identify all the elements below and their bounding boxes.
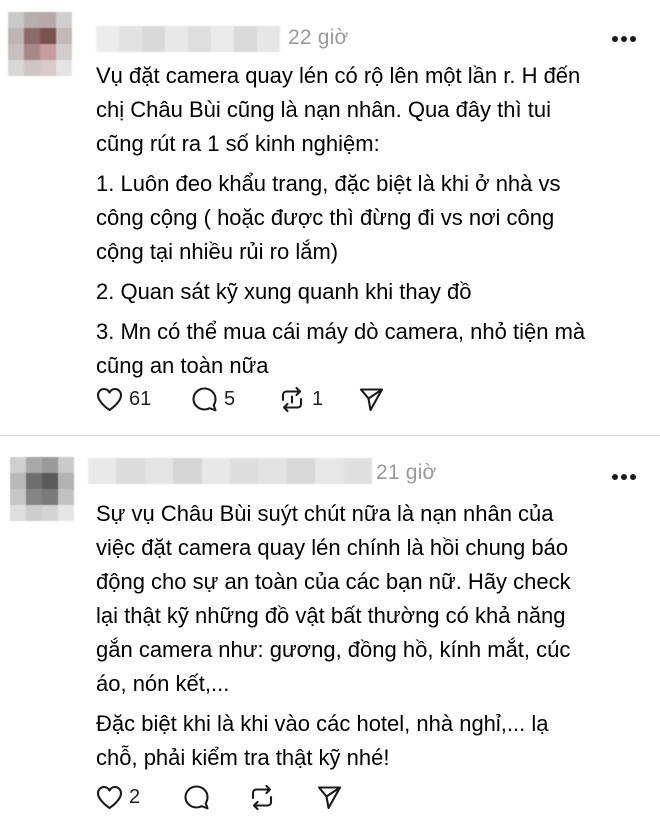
paragraph: Sự vụ Châu Bùi suýt chút nữa là nạn nhân… — [96, 497, 651, 701]
text-line: động cho sự an toàn của các bạn nữ. Hãy … — [96, 569, 571, 594]
text-line: cộng tại nhiều rủi ro lắm) — [96, 239, 339, 264]
repost-button[interactable]: 1 — [278, 385, 323, 413]
text-line: cũng rút ra 1 số kinh nghiệm: — [96, 131, 380, 156]
comment-count: 5 — [224, 387, 236, 410]
divider — [0, 435, 660, 436]
comment-button[interactable]: 5 — [191, 385, 235, 413]
post-body: Sự vụ Châu Bùi suýt chút nữa là nạn nhân… — [96, 497, 651, 781]
send-icon — [359, 387, 384, 411]
text-line: chỗ, phải kiểm tra thật kỹ nhé! — [96, 745, 390, 770]
post-1: 22 giờ Vụ đặt camera quay lén có rộ lên … — [0, 0, 660, 436]
paragraph: Vụ đặt camera quay lén có rộ lên một lần… — [96, 59, 651, 161]
username-blurred[interactable] — [96, 26, 280, 52]
post-time: 21 giờ — [376, 461, 437, 484]
text-line: Vụ đặt camera quay lén có rộ lên một lần… — [96, 63, 581, 88]
heart-icon — [96, 785, 123, 809]
text-line: 1. Luôn đeo khẩu trang, đặc biệt là khi … — [96, 171, 561, 196]
text-line: lại thật kỹ những đồ vật bất thường có k… — [96, 603, 566, 628]
like-count: 2 — [129, 785, 141, 808]
share-button[interactable] — [316, 783, 343, 811]
action-bar: 2 — [96, 783, 496, 811]
share-button[interactable] — [358, 385, 385, 413]
text-line: gắn camera như: gương, đồng hồ, kính mắt… — [96, 637, 571, 662]
more-horizontal-icon[interactable] — [612, 35, 636, 43]
comment-bubble-icon — [184, 784, 209, 809]
repost-button[interactable] — [248, 783, 276, 811]
post-body: Vụ đặt camera quay lén có rộ lên một lần… — [96, 59, 651, 389]
repost-icon — [251, 784, 273, 810]
send-icon — [317, 785, 342, 809]
avatar[interactable] — [8, 12, 72, 76]
text-line: Đặc biệt khi là khi vào các hotel, nhà n… — [96, 711, 549, 736]
repost-count: 1 — [312, 387, 324, 410]
text-line: 2. Quan sát kỹ xung quanh khi thay đồ — [96, 279, 472, 304]
avatar[interactable] — [10, 457, 74, 521]
text-line: Sự vụ Châu Bùi suýt chút nữa là nạn nhân… — [96, 501, 554, 526]
text-line: cũng an toàn nữa — [96, 353, 269, 378]
post-time: 22 giờ — [288, 26, 349, 49]
comment-bubble-icon — [192, 386, 217, 411]
paragraph: 3. Mn có thể mua cái máy dò camera, nhỏ … — [96, 315, 651, 383]
text-line: chị Châu Bùi cũng là nạn nhân. Qua đây t… — [96, 97, 551, 122]
paragraph: 1. Luôn đeo khẩu trang, đặc biệt là khi … — [96, 167, 651, 269]
heart-icon — [96, 387, 123, 411]
paragraph: Đặc biệt khi là khi vào các hotel, nhà n… — [96, 707, 651, 775]
paragraph: 2. Quan sát kỹ xung quanh khi thay đồ — [96, 275, 651, 309]
text-line: áo, nón kết,... — [96, 671, 230, 696]
text-line: việc đặt camera quay lén chính là hồi ch… — [96, 535, 569, 560]
more-horizontal-icon[interactable] — [612, 473, 636, 481]
username-blurred[interactable] — [88, 458, 373, 484]
text-line: công cộng ( hoặc được thì đừng đi vs nơi… — [96, 205, 555, 230]
like-button[interactable]: 2 — [96, 783, 140, 811]
repost-icon — [281, 386, 303, 412]
post-2: 21 giờ Sự vụ Châu Bùi suýt chút nữa là n… — [0, 437, 660, 831]
comment-button[interactable] — [183, 783, 210, 811]
text-line: 3. Mn có thể mua cái máy dò camera, nhỏ … — [96, 319, 586, 344]
like-button[interactable]: 61 — [96, 385, 151, 413]
action-bar: 61 5 1 — [96, 385, 496, 413]
like-count: 61 — [129, 387, 152, 410]
